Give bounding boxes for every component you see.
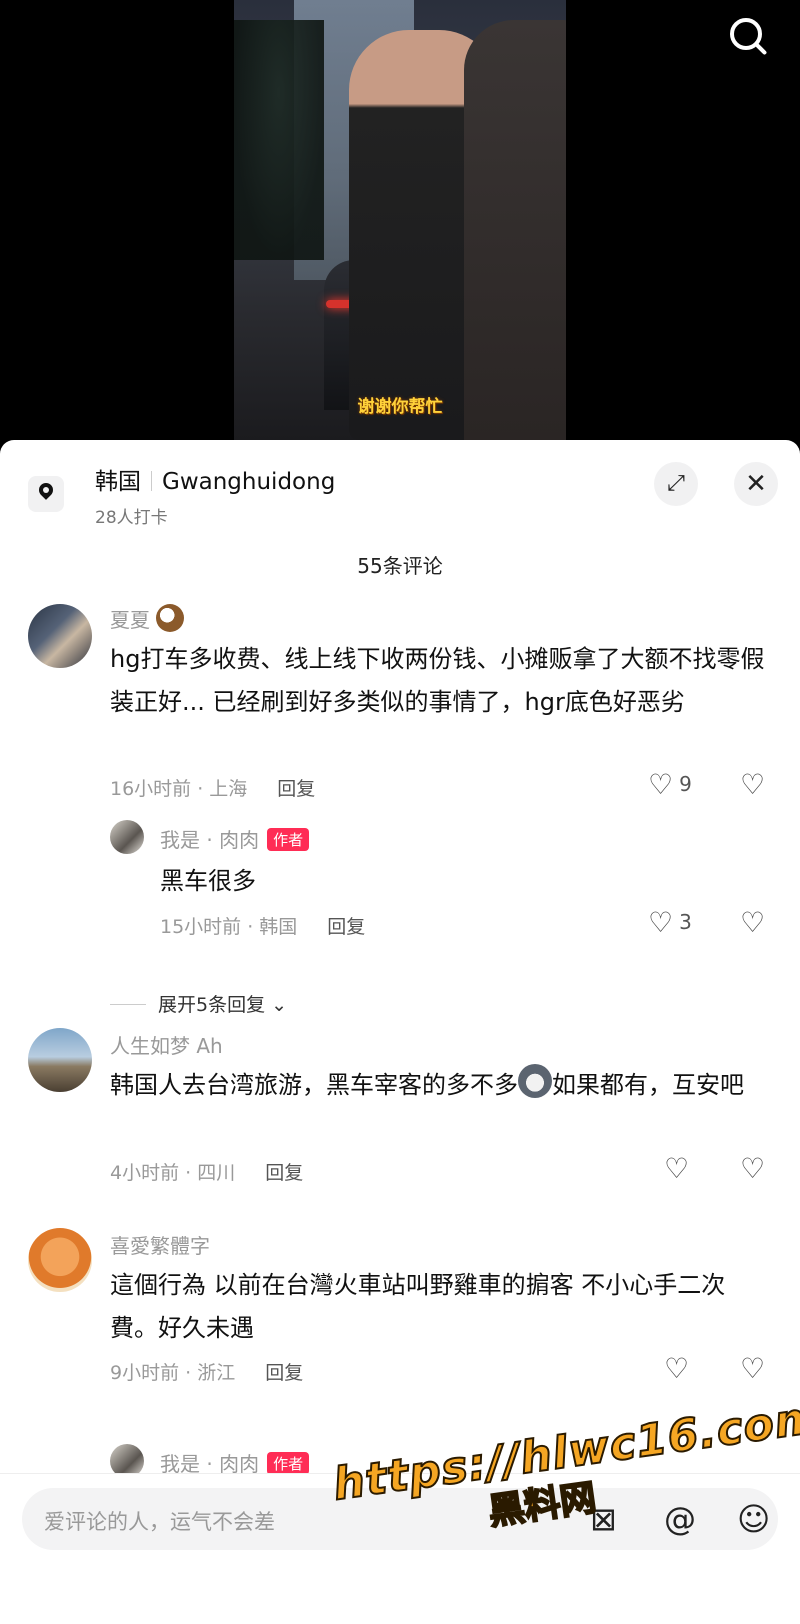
comment-author[interactable]: 夏夏 (110, 604, 185, 633)
location-separator (151, 471, 152, 491)
reply-button[interactable]: 回复 (265, 1162, 303, 1184)
comment-author[interactable]: 喜愛繁體字 (110, 1230, 210, 1259)
comment-count: 55条评论 (357, 554, 443, 578)
comment-text-part: 韩国人去台湾旅游，黑车宰客的多不多 (110, 1071, 518, 1099)
pin-shape (36, 480, 56, 500)
reply-meta: 15小时前 · 韩国 回复 (160, 912, 365, 939)
location-country: 韩国 (95, 469, 141, 495)
reply-button[interactable]: 回复 (277, 778, 315, 800)
like-button[interactable]: ♡ (664, 1152, 689, 1185)
divider-line (110, 1004, 146, 1005)
expand-icon[interactable]: ⤢ (654, 462, 698, 506)
dislike-broken-heart-icon[interactable]: ♡ (740, 768, 765, 801)
comment-text: 韩国人去台湾旅游，黑车宰客的多不多 如果都有，互安吧 (110, 1064, 770, 1107)
comment-meta: 4小时前 · 四川 回复 (110, 1158, 303, 1185)
comment-text: hg打车多收费、线上线下收两份钱、小摊贩拿了大额不找零假装正好... 已经刷到好… (110, 645, 765, 716)
comment-time-location: 9小时前 · 浙江 (110, 1362, 236, 1384)
author-badge: 作者 (267, 1452, 310, 1475)
location-checkins: 28人打卡 (95, 508, 168, 528)
video-tree (234, 20, 324, 260)
comment-meta: 9小时前 · 浙江 回复 (110, 1358, 303, 1385)
reply-author-name: 我是 · 肉肉 (160, 828, 260, 852)
comment-time-location: 16小时前 · 上海 (110, 778, 248, 800)
comment-text: 這個行為 以前在台灣火車站叫野雞車的掮客 不小心手二次費。好久未遇 (110, 1271, 726, 1342)
like-count: 9 (679, 772, 692, 796)
video-subtitle: 谢谢你帮忙 (357, 397, 443, 417)
avatar[interactable] (28, 604, 92, 668)
expand-replies-button[interactable]: 展开5条回复 ⌄ (110, 990, 287, 1017)
video-frame[interactable]: 谢谢你帮忙 (234, 0, 566, 440)
location-title[interactable]: 韩国 Gwanghuidong (95, 462, 335, 496)
comment-text-part: 如果都有，互安吧 (552, 1071, 744, 1099)
video-player[interactable]: 谢谢你帮忙 (0, 0, 800, 440)
video-arm (464, 20, 566, 440)
cat-emoji-icon (518, 1064, 552, 1098)
comment-author-name: 夏夏 (110, 608, 150, 632)
avatar[interactable] (110, 820, 144, 854)
reply-text: 黑车很多 (160, 867, 256, 895)
like-button[interactable]: ♡ 9 (648, 768, 692, 801)
dislike-broken-heart-icon[interactable]: ♡ (740, 1152, 765, 1185)
chevron-down-icon: ⌄ (271, 994, 288, 1016)
comment-meta: 16小时前 · 上海 回复 (110, 774, 315, 801)
reply-author[interactable]: 我是 · 肉肉 作者 (160, 824, 310, 853)
avatar[interactable] (28, 1028, 92, 1092)
search-handle (754, 42, 768, 56)
comment-author[interactable]: 人生如梦 Ah (110, 1030, 223, 1059)
close-icon[interactable]: ✕ (734, 462, 778, 506)
heart-icon: ♡ (648, 906, 674, 939)
heart-icon: ♡ (648, 768, 674, 801)
like-button[interactable]: ♡ (664, 1352, 689, 1385)
author-badge: 作者 (267, 828, 310, 851)
reply-time-location: 15小时前 · 韩国 (160, 916, 298, 938)
heart-icon: ♡ (664, 1152, 690, 1185)
reply-button[interactable]: 回复 (265, 1362, 303, 1384)
expand-replies-label: 展开5条回复 (158, 994, 266, 1016)
reply-button[interactable]: 回复 (327, 916, 365, 938)
comment-time-location: 4小时前 · 四川 (110, 1162, 236, 1184)
like-count: 3 (679, 910, 692, 934)
location-pin-icon (28, 476, 64, 512)
dislike-broken-heart-icon[interactable]: ♡ (740, 1352, 765, 1385)
comment-input-placeholder: 爱评论的人，运气不会差 (44, 1510, 275, 1534)
location-place: Gwanghuidong (162, 469, 336, 495)
dislike-broken-heart-icon[interactable]: ♡ (740, 906, 765, 939)
search-icon[interactable] (722, 10, 772, 60)
like-button[interactable]: ♡ 3 (648, 906, 692, 939)
location-row[interactable]: 韩国 Gwanghuidong 28人打卡 ⤢ ✕ (0, 440, 800, 540)
heart-icon: ♡ (664, 1352, 690, 1385)
coconut-emoji-icon (156, 604, 185, 632)
avatar[interactable] (28, 1228, 92, 1292)
